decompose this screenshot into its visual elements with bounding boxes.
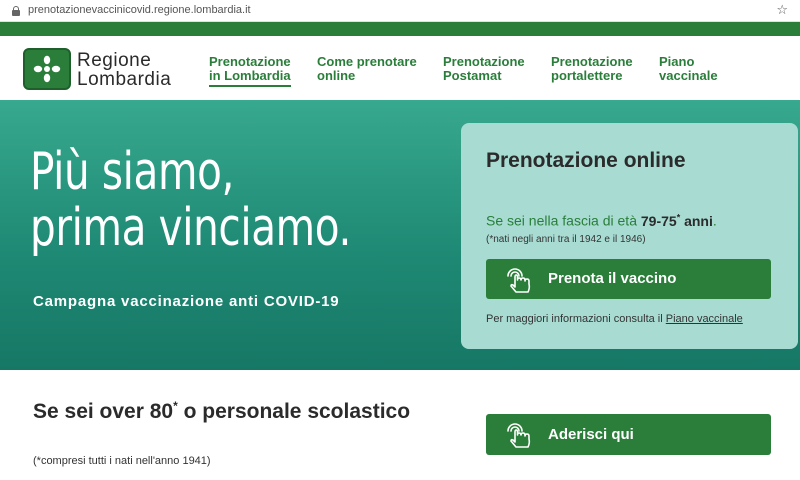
nav-label-line1: Come prenotare: [317, 54, 417, 69]
touch-hand-icon: [507, 423, 531, 448]
nav-label-line2: online: [317, 68, 356, 83]
url-text[interactable]: prenotazionevaccinicovid.regione.lombard…: [28, 4, 251, 16]
logo-text[interactable]: Regione Lombardia: [77, 51, 171, 89]
age-prefix: Se sei nella fascia di età: [486, 212, 641, 229]
lock-icon: [12, 6, 20, 16]
nav-piano-vaccinale[interactable]: Piano vaccinale: [659, 55, 718, 83]
hero-title: Più siamo, prima vinciamo.: [30, 144, 351, 256]
over80-title-part1: Se sei over 80: [33, 400, 174, 423]
adhere-label: Aderisci qui: [548, 426, 634, 443]
age-range-text: Se sei nella fascia di età 79-75* anni.: [486, 212, 717, 229]
nav-prenotazione-postamat[interactable]: Prenotazione Postamat: [443, 55, 525, 83]
nav-label-line2: vaccinale: [659, 68, 718, 83]
over80-note: (*compresi tutti i nati nell'anno 1941): [33, 455, 211, 467]
nav-label-line1: Prenotazione: [443, 54, 525, 69]
over80-title: Se sei over 80* o personale scolastico: [33, 393, 413, 425]
logo-line1: Regione: [77, 50, 152, 71]
book-vaccine-button[interactable]: Prenota il vaccino: [486, 259, 771, 299]
hero-title-line1: Più siamo,: [30, 142, 235, 202]
booking-card: Prenotazione online Se sei nella fascia …: [461, 123, 798, 349]
hero-subtitle: Campagna vaccinazione anti COVID-19: [33, 293, 340, 310]
hero-title-line2: prima vinciamo.: [30, 198, 352, 258]
more-info-text: Per maggiori informazioni consulta il Pi…: [486, 313, 743, 325]
nav-prenotazione-lombardia[interactable]: Prenotazione in Lombardia: [209, 55, 291, 87]
nav-label-line1: Prenotazione: [209, 54, 291, 69]
nav-come-prenotare[interactable]: Come prenotare online: [317, 55, 417, 83]
site-header: Regione Lombardia Prenotazione in Lombar…: [0, 36, 800, 100]
nav-label-line2: portalettere: [551, 68, 623, 83]
over80-title-part2: o personale scolastico: [177, 400, 411, 423]
browser-address-bar[interactable]: prenotazionevaccinicovid.regione.lombard…: [0, 0, 800, 22]
top-green-stripe: [0, 22, 800, 36]
more-info-prefix: Per maggiori informazioni consulta il: [486, 313, 666, 325]
nav-prenotazione-portalettere[interactable]: Prenotazione portalettere: [551, 55, 633, 83]
nav-label-line1: Prenotazione: [551, 54, 633, 69]
age-range: 79-75: [640, 212, 677, 229]
birth-years-note: (*nati negli anni tra il 1942 e il 1946): [486, 234, 646, 245]
age-period: .: [712, 212, 717, 229]
booking-card-title: Prenotazione online: [486, 149, 686, 172]
age-suffix: anni: [680, 212, 713, 229]
nav-label-line1: Piano: [659, 54, 695, 69]
hero-banner: Più siamo, prima vinciamo. Campagna vacc…: [0, 100, 800, 370]
logo-line2: Lombardia: [77, 69, 172, 90]
piano-vaccinale-link[interactable]: Piano vaccinale: [666, 313, 743, 325]
star-icon[interactable]: ☆: [776, 2, 788, 18]
adhere-button[interactable]: Aderisci qui: [486, 414, 771, 455]
nav-label-line2: in Lombardia: [209, 68, 291, 83]
book-vaccine-label: Prenota il vaccino: [548, 270, 677, 287]
nav-label-line2: Postamat: [443, 68, 502, 83]
touch-hand-icon: [507, 268, 531, 293]
lombardia-logo-icon[interactable]: [23, 48, 71, 90]
